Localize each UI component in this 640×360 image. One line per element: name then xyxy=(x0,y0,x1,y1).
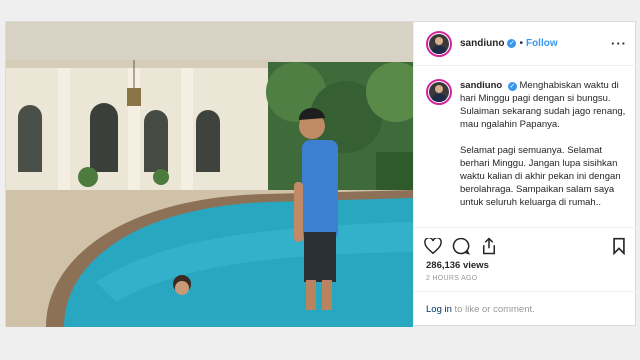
caption-paragraph-2: Selamat pagi semuanya. Selamat berhari M… xyxy=(460,145,621,208)
instagram-post-embed: sandiuno ✓ • Follow ··· sandiuno ✓ Mengh… xyxy=(5,21,638,327)
caption-row: sandiuno ✓ Menghabiskan waktu di hari Mi… xyxy=(426,79,626,217)
actions-section: 286,136 views 2 HOURS AGO xyxy=(414,227,638,282)
caption-text: sandiuno ✓ Menghabiskan waktu di hari Mi… xyxy=(460,79,626,217)
caption-username[interactable]: sandiuno xyxy=(460,80,502,91)
view-count[interactable]: 286,136 views xyxy=(414,258,638,271)
post-side-panel: sandiuno ✓ • Follow ··· sandiuno ✓ Mengh… xyxy=(413,22,638,327)
caption-avatar[interactable] xyxy=(426,79,452,105)
comment-bubble-icon[interactable] xyxy=(450,235,472,257)
header-username[interactable]: sandiuno xyxy=(460,38,504,49)
pool-scene-image xyxy=(6,22,413,327)
action-bar xyxy=(414,228,638,258)
post-header: sandiuno ✓ • Follow ··· xyxy=(414,22,637,66)
separator-dot: • xyxy=(519,38,523,49)
login-prompt: Log in to like or comment. xyxy=(414,291,638,327)
bookmark-icon[interactable] xyxy=(608,235,630,257)
more-options-icon[interactable]: ··· xyxy=(611,36,627,51)
post-video[interactable] xyxy=(6,22,413,327)
follow-button[interactable]: Follow xyxy=(526,38,558,49)
login-prompt-text: to like or comment. xyxy=(451,304,535,315)
posted-time: 2 HOURS AGO xyxy=(426,275,478,282)
caption-verified-badge-icon: ✓ xyxy=(507,82,517,91)
share-icon[interactable] xyxy=(478,235,500,257)
login-link[interactable]: Log in xyxy=(426,304,452,315)
like-heart-icon[interactable] xyxy=(422,235,444,257)
caption-area: sandiuno ✓ Menghabiskan waktu di hari Mi… xyxy=(414,67,638,217)
avatar[interactable] xyxy=(426,30,452,57)
verified-badge-icon: ✓ xyxy=(507,39,517,48)
